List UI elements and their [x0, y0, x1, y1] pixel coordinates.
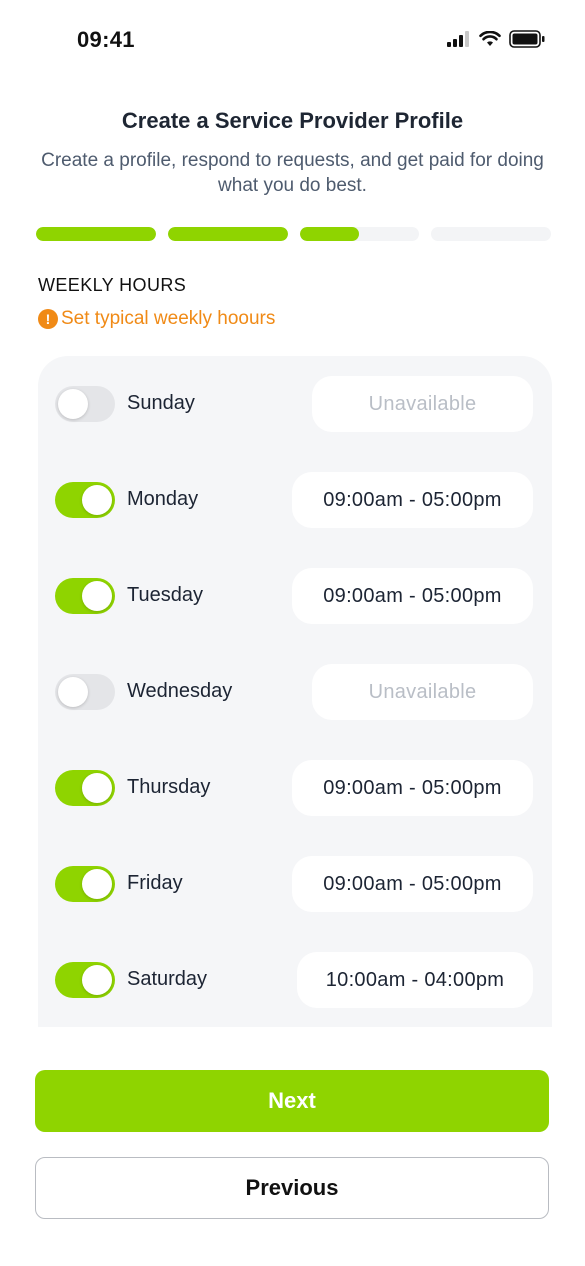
day-label: Sunday — [127, 392, 195, 414]
day-toggle[interactable] — [55, 866, 115, 902]
status-icons — [447, 30, 545, 53]
day-row-wednesday: Wednesday Unavailable — [38, 663, 552, 721]
toggle-knob — [82, 485, 112, 515]
day-toggle[interactable] — [55, 962, 115, 998]
screen: 09:41 Create a Service Provider Profile … — [0, 0, 585, 1266]
day-toggle[interactable] — [55, 482, 115, 518]
day-toggle[interactable] — [55, 770, 115, 806]
page-title: Create a Service Provider Profile — [121, 108, 464, 133]
toggle-knob — [82, 869, 112, 899]
toggle-knob — [82, 581, 112, 611]
progress-segment-fill — [299, 227, 360, 241]
hint-text: Set typical weekly hoours — [61, 308, 276, 329]
progress-segment-fill — [36, 227, 156, 241]
day-toggle[interactable] — [55, 674, 115, 710]
day-row-monday: Monday 09:00am - 05:00pm — [38, 471, 552, 529]
hours-range-button[interactable]: 09:00am - 05:00pm — [292, 856, 533, 912]
progress-segment — [167, 227, 288, 241]
hours-range-button[interactable]: 09:00am - 05:00pm — [292, 472, 533, 528]
day-row-thursday: Thursday 09:00am - 05:00pm — [38, 759, 552, 817]
toggle-knob — [58, 677, 88, 707]
day-label: Saturday — [127, 968, 208, 990]
day-row-saturday: Saturday 10:00am - 04:00pm — [38, 951, 552, 1009]
day-toggle[interactable] — [55, 578, 115, 614]
battery-icon — [509, 30, 545, 53]
hours-range-button[interactable]: 10:00am - 04:00pm — [297, 952, 533, 1008]
toggle-knob — [58, 389, 88, 419]
previous-button[interactable]: Previous — [35, 1157, 549, 1219]
day-label: Tuesday — [127, 584, 203, 606]
day-row-tuesday: Tuesday 09:00am - 05:00pm — [38, 567, 552, 625]
day-label: Friday — [127, 872, 183, 894]
warning-icon: ! — [38, 309, 58, 329]
progress-segment-fill — [167, 227, 288, 241]
hours-range-button[interactable]: 09:00am - 05:00pm — [292, 760, 533, 816]
status-bar: 09:41 — [0, 0, 585, 80]
progress-segment — [431, 227, 551, 241]
toggle-knob — [82, 965, 112, 995]
unavailable-label: Unavailable — [312, 664, 533, 720]
day-label: Monday — [127, 488, 199, 510]
toggle-knob — [82, 773, 112, 803]
day-label: Thursday — [127, 776, 211, 798]
unavailable-label: Unavailable — [312, 376, 533, 432]
page-subtitle: Create a profile, respond to requests, a… — [41, 150, 544, 196]
status-time: 09:41 — [77, 27, 135, 52]
hint-message: ! Set typical weekly hoours — [38, 308, 275, 330]
hours-range-button[interactable]: 09:00am - 05:00pm — [292, 568, 533, 624]
progress-segment — [299, 227, 420, 241]
cellular-signal-icon — [447, 31, 471, 52]
wifi-icon — [479, 30, 501, 52]
progress-segment — [36, 227, 156, 241]
day-row-sunday: Sunday Unavailable — [38, 375, 552, 433]
progress-bar — [36, 227, 551, 241]
next-button[interactable]: Next — [35, 1070, 549, 1132]
weekly-hours-card: Sunday Unavailable Monday 09:00am - 05:00pm… — [38, 356, 552, 1027]
day-row-friday: Friday 09:00am - 05:00pm — [38, 855, 552, 913]
section-title: WEEKLY HOURS — [38, 275, 187, 295]
day-toggle[interactable] — [55, 386, 115, 422]
day-label: Wednesday — [127, 680, 233, 702]
